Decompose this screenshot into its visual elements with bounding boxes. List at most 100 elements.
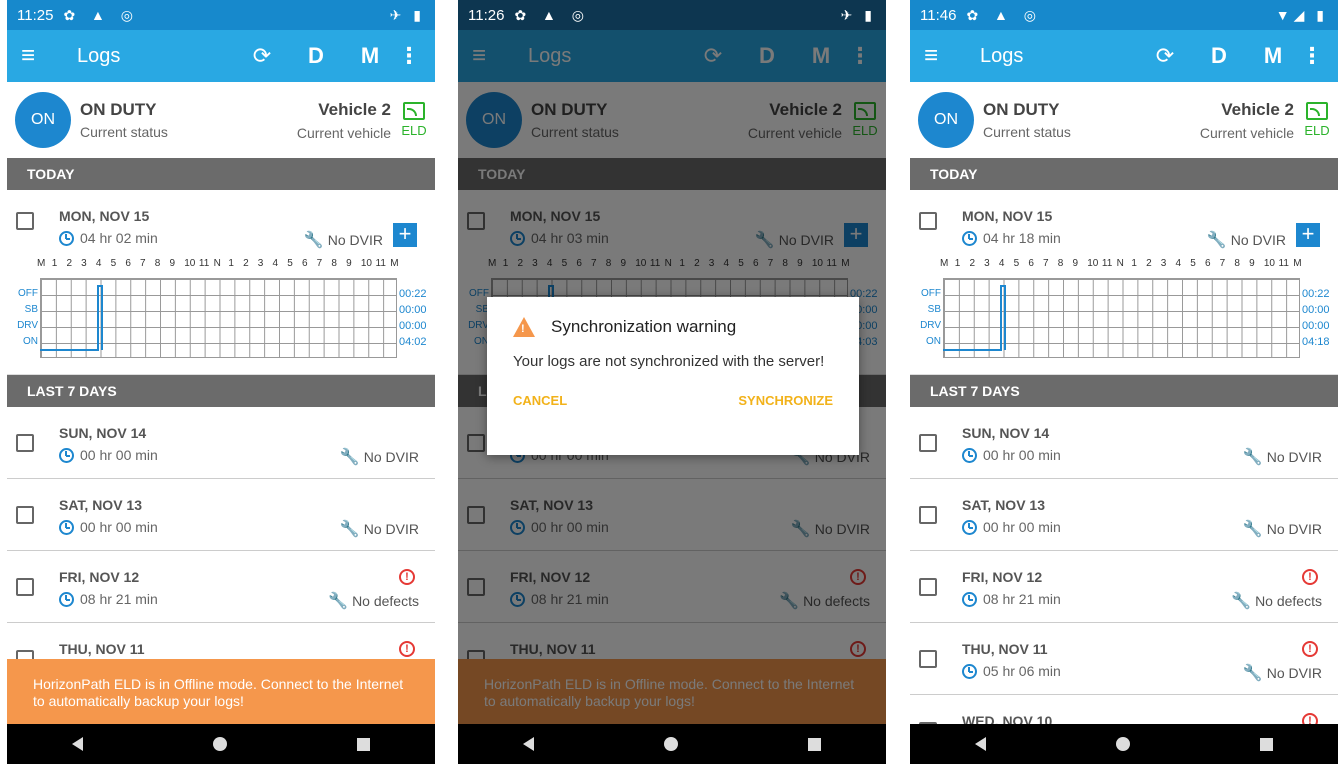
dvir-status[interactable]: 🔧No defects <box>328 591 419 611</box>
m-button[interactable]: M <box>1246 43 1300 69</box>
more-vert-icon[interactable]: ⋮ <box>397 43 421 69</box>
dvir-text: No DVIR <box>1230 232 1286 248</box>
log-checkbox[interactable] <box>919 650 937 668</box>
list-item[interactable]: THU, NOV 11 05 hr 06 min 🔧 No DVIR! <box>910 623 1338 695</box>
graph-hour-label: 9 <box>1072 258 1079 269</box>
log-checkbox[interactable] <box>919 578 937 596</box>
home-icon[interactable] <box>1116 737 1130 751</box>
sync-icon[interactable]: ⟳ <box>1138 43 1192 69</box>
log-checkbox[interactable] <box>919 212 937 230</box>
graph-hour-label: 11 <box>1101 258 1113 269</box>
sync-icon[interactable]: ⟳ <box>235 43 289 69</box>
list-item[interactable]: SUN, NOV 14 00 hr 00 min 🔧No DVIR <box>910 407 1338 479</box>
log-day: FRI, NOV 12 <box>59 569 140 585</box>
log-duration-text: 08 hr 21 min <box>983 591 1061 607</box>
recent-apps-icon[interactable] <box>357 737 370 751</box>
page-title: Logs <box>77 44 121 67</box>
list-item[interactable]: FRI, NOV 12 08 hr 21 min 🔧No defects! <box>7 551 435 623</box>
log-day: SAT, NOV 13 <box>962 497 1045 513</box>
log-duration: 05 hr 06 min <box>962 663 1061 679</box>
alert-circle-icon: ! <box>1302 641 1318 657</box>
today-log[interactable]: MON, NOV 15 04 hr 18 min 🔧 No DVIR + M12… <box>910 190 1338 375</box>
dvir-status[interactable]: 🔧 No DVIR <box>304 230 383 250</box>
clock-icon <box>59 519 74 535</box>
log-checkbox[interactable] <box>919 506 937 524</box>
home-icon[interactable] <box>213 737 227 751</box>
add-dvir-button[interactable]: + <box>1296 223 1320 247</box>
vehicle-name[interactable]: Vehicle 2 <box>297 100 391 120</box>
graph-hour-label: 11 <box>1278 258 1289 269</box>
log-checkbox[interactable] <box>16 578 34 596</box>
duty-status-button[interactable]: ON <box>15 92 71 148</box>
graph-hour-label: 5 <box>1190 258 1196 269</box>
alert-circle-icon: ! <box>1302 569 1318 585</box>
d-button[interactable]: D <box>1192 43 1246 69</box>
graph-hour-label: 3 <box>257 258 264 269</box>
log-duration-text: 00 hr 00 min <box>983 519 1061 535</box>
status-bar: 11:26 ✿ ▲ ◎ ✈ ▮ <box>458 0 886 30</box>
log-duration: 08 hr 21 min <box>962 591 1061 607</box>
recent-apps-icon[interactable] <box>1260 737 1273 751</box>
section-header-last-7-days: LAST 7 DAYS <box>910 375 1338 407</box>
log-checkbox[interactable] <box>16 434 34 452</box>
graph-hour-label: 4 <box>1175 258 1182 269</box>
graph-hour-label: 1 <box>228 258 234 269</box>
vehicle-name[interactable]: Vehicle 2 <box>1200 100 1294 120</box>
wrench-icon: 🔧 <box>339 521 360 538</box>
m-button[interactable]: M <box>343 43 397 69</box>
synchronize-button[interactable]: SYNCHRONIZE <box>738 393 833 408</box>
hamburger-icon[interactable]: ≡ <box>924 42 964 70</box>
list-item[interactable]: SUN, NOV 14 00 hr 00 min 🔧No DVIR <box>7 407 435 479</box>
dvir-status[interactable]: 🔧No DVIR <box>340 447 419 467</box>
list-item[interactable]: SAT, NOV 13 00 hr 00 min 🔧No DVIR <box>910 479 1338 551</box>
graph-hour-label: 6 <box>1204 258 1211 269</box>
warning-triangle-icon: ! <box>513 317 535 337</box>
dvir-status[interactable]: 🔧 No DVIR <box>1207 230 1286 250</box>
home-icon[interactable] <box>664 737 678 751</box>
list-item[interactable]: SAT, NOV 13 00 hr 00 min 🔧No DVIR <box>7 479 435 551</box>
log-checkbox[interactable] <box>16 506 34 524</box>
d-button[interactable]: D <box>289 43 343 69</box>
dvir-status[interactable]: 🔧No DVIR <box>1243 447 1322 467</box>
status-bar: 11:25 ✿ ▲ ◎ ✈ ▮ <box>7 0 435 30</box>
graph-status-total: 00:00 <box>399 304 427 316</box>
graph-hour-labels: M1234567891011N1234567891011M <box>37 258 405 269</box>
back-icon[interactable] <box>975 737 986 751</box>
phone-screen-3: 11:46 ✿ ▲ ◎ ▼◢ ▮ ≡ Logs ⟳ D M ⋮ ON ON DU… <box>910 0 1338 764</box>
recent-apps-icon[interactable] <box>808 737 821 751</box>
dvir-status[interactable]: 🔧No DVIR <box>1243 663 1322 683</box>
today-log[interactable]: MON, NOV 15 04 hr 02 min 🔧 No DVIR + M12… <box>7 190 435 375</box>
more-vert-icon[interactable]: ⋮ <box>1300 43 1324 69</box>
graph-status-total: 00:22 <box>1302 288 1330 300</box>
graph-hour-label: N <box>213 258 221 269</box>
dvir-status[interactable]: 🔧No defects <box>1231 591 1322 611</box>
cancel-button[interactable]: CANCEL <box>513 393 567 408</box>
duty-status-button[interactable]: ON <box>918 92 974 148</box>
graph-status-labels: OFF SB DRV ON <box>12 286 38 350</box>
section-header-today: TODAY <box>7 158 435 190</box>
list-item[interactable]: FRI, NOV 12 08 hr 21 min 🔧No defects! <box>910 551 1338 623</box>
log-duration-text: 00 hr 00 min <box>80 447 158 463</box>
log-duration-text: 04 hr 02 min <box>80 230 158 246</box>
back-icon[interactable] <box>523 737 534 751</box>
log-checkbox[interactable] <box>16 212 34 230</box>
dvir-status[interactable]: 🔧No DVIR <box>340 519 419 539</box>
phone-screen-2: 11:26 ✿ ▲ ◎ ✈ ▮ ≡ Logs ⟳ D M ⋮ ON ON DUT… <box>458 0 886 764</box>
graph-hour-label: 10 <box>1087 258 1099 269</box>
wrench-icon: 🔧 <box>1242 449 1263 466</box>
eld-indicator[interactable]: ELD <box>1304 102 1330 138</box>
graph-hour-label: 10 <box>184 258 196 269</box>
hamburger-icon[interactable]: ≡ <box>21 42 61 70</box>
graph-hour-label: M <box>37 258 46 269</box>
graph-hour-labels: M1234567891011N1234567891011M <box>940 258 1308 269</box>
graph-hour-label: N <box>1116 258 1124 269</box>
eld-indicator[interactable]: ELD <box>401 102 427 138</box>
dvir-status[interactable]: 🔧No DVIR <box>1243 519 1322 539</box>
log-checkbox[interactable] <box>919 434 937 452</box>
status-bar: 11:46 ✿ ▲ ◎ ▼◢ ▮ <box>910 0 1338 30</box>
back-icon[interactable] <box>72 737 83 751</box>
log-duration: 08 hr 21 min <box>59 591 158 607</box>
duty-status-subtitle: Current status <box>983 124 1071 140</box>
log-day: SUN, NOV 14 <box>59 425 147 441</box>
add-dvir-button[interactable]: + <box>393 223 417 247</box>
